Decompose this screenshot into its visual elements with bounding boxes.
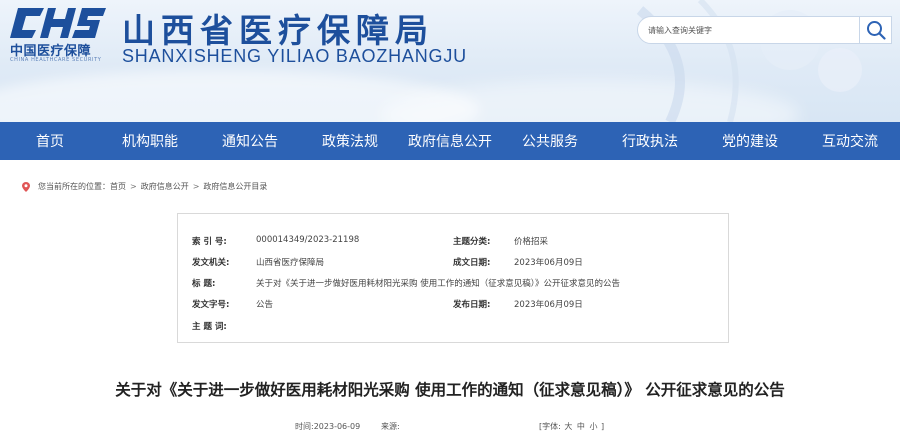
main-nav: 首页 机构职能 通知公告 政策法规 政府信息公开 公共服务 行政执法 党的建设 … [0, 122, 900, 160]
breadcrumb-link-gov-info[interactable]: 政府信息公开 [141, 181, 189, 192]
font-size-medium-button[interactable]: 中 [577, 422, 585, 431]
nav-item-public-service[interactable]: 公共服务 [500, 122, 600, 160]
nav-item-notices[interactable]: 通知公告 [200, 122, 300, 160]
font-size-small-button[interactable]: 小 [589, 422, 597, 431]
nav-item-law-enforcement[interactable]: 行政执法 [600, 122, 700, 160]
nav-item-functions[interactable]: 机构职能 [100, 122, 200, 160]
published-date-label: 发布日期: [453, 300, 491, 310]
nav-item-gov-info[interactable]: 政府信息公开 [400, 122, 500, 160]
search-button[interactable] [859, 17, 891, 43]
category-value: 价格招采 [514, 237, 549, 247]
chs-logo [10, 8, 106, 38]
breadcrumb-link-catalog[interactable]: 政府信息公开目录 [203, 181, 267, 192]
breadcrumb-separator: > [192, 182, 200, 191]
title-label: 标 题: [192, 279, 216, 289]
breadcrumb-prefix: 您当前所在的位置： [38, 182, 110, 191]
doc-number-label: 发文字号: [192, 300, 230, 310]
location-pin-icon [22, 181, 30, 192]
breadcrumb-separator: > [130, 182, 137, 191]
font-size-label: [字体: [539, 422, 561, 431]
published-date-value: 2023年06月09日 [514, 300, 583, 310]
article-time: 时间:2023-06-09 [295, 421, 360, 432]
font-size-large-button[interactable]: 大 [564, 422, 572, 431]
search-input[interactable] [648, 17, 860, 43]
category-label: 主题分类: [453, 237, 491, 247]
nav-item-interaction[interactable]: 互动交流 [800, 122, 900, 160]
article-title: 关于对《关于进一步做好医用耗材阳光采购 使用工作的通知（征求意见稿）》 公开征求… [115, 381, 785, 399]
index-number-value: 000014349/2023-21198 [256, 235, 360, 245]
document-info-box: 索 引 号: 000014349/2023-21198 主题分类: 价格招采 发… [177, 213, 729, 343]
site-title-cn: 山西省医疗保障局 [122, 11, 434, 50]
issuer-value: 山西省医疗保障局 [256, 258, 325, 268]
issuer-label: 发文机关: [192, 258, 230, 268]
nav-item-party-building[interactable]: 党的建设 [700, 122, 800, 160]
title-value: 关于对《关于进一步做好医用耗材阳光采购 使用工作的通知（征求意见稿）》公开征求意… [256, 279, 620, 289]
breadcrumb: 您当前所在的位置： 首页 > 政府信息公开 > 政府信息公开目录 [22, 181, 267, 192]
source-label: 来源: [381, 422, 400, 431]
keywords-label: 主 题 词: [192, 322, 227, 332]
breadcrumb-link-home[interactable]: 首页 [110, 181, 126, 192]
site-header: 中国医疗保障 CHINA HEALTHCARE SECURITY 山西省医疗保障… [0, 0, 900, 122]
site-title-en: SHANXISHENG YILIAO BAOZHANGJU [122, 46, 467, 66]
nav-item-policies[interactable]: 政策法规 [300, 122, 400, 160]
index-number-label: 索 引 号: [192, 237, 227, 247]
time-value: 2023-06-09 [313, 422, 361, 431]
doc-number-value: 公告 [256, 300, 274, 310]
font-size-close: ] [601, 422, 605, 431]
logo-text-en: CHINA HEALTHCARE SECURITY [10, 57, 102, 63]
time-label: 时间: [295, 422, 314, 431]
search-icon [866, 21, 886, 40]
font-size-switcher: [字体: 大 中 小 ] [539, 421, 604, 432]
created-date-label: 成文日期: [453, 258, 491, 268]
nav-item-home[interactable]: 首页 [0, 122, 100, 160]
created-date-value: 2023年06月09日 [514, 258, 583, 268]
article-source: 来源: [381, 421, 400, 432]
search-box [637, 16, 892, 44]
